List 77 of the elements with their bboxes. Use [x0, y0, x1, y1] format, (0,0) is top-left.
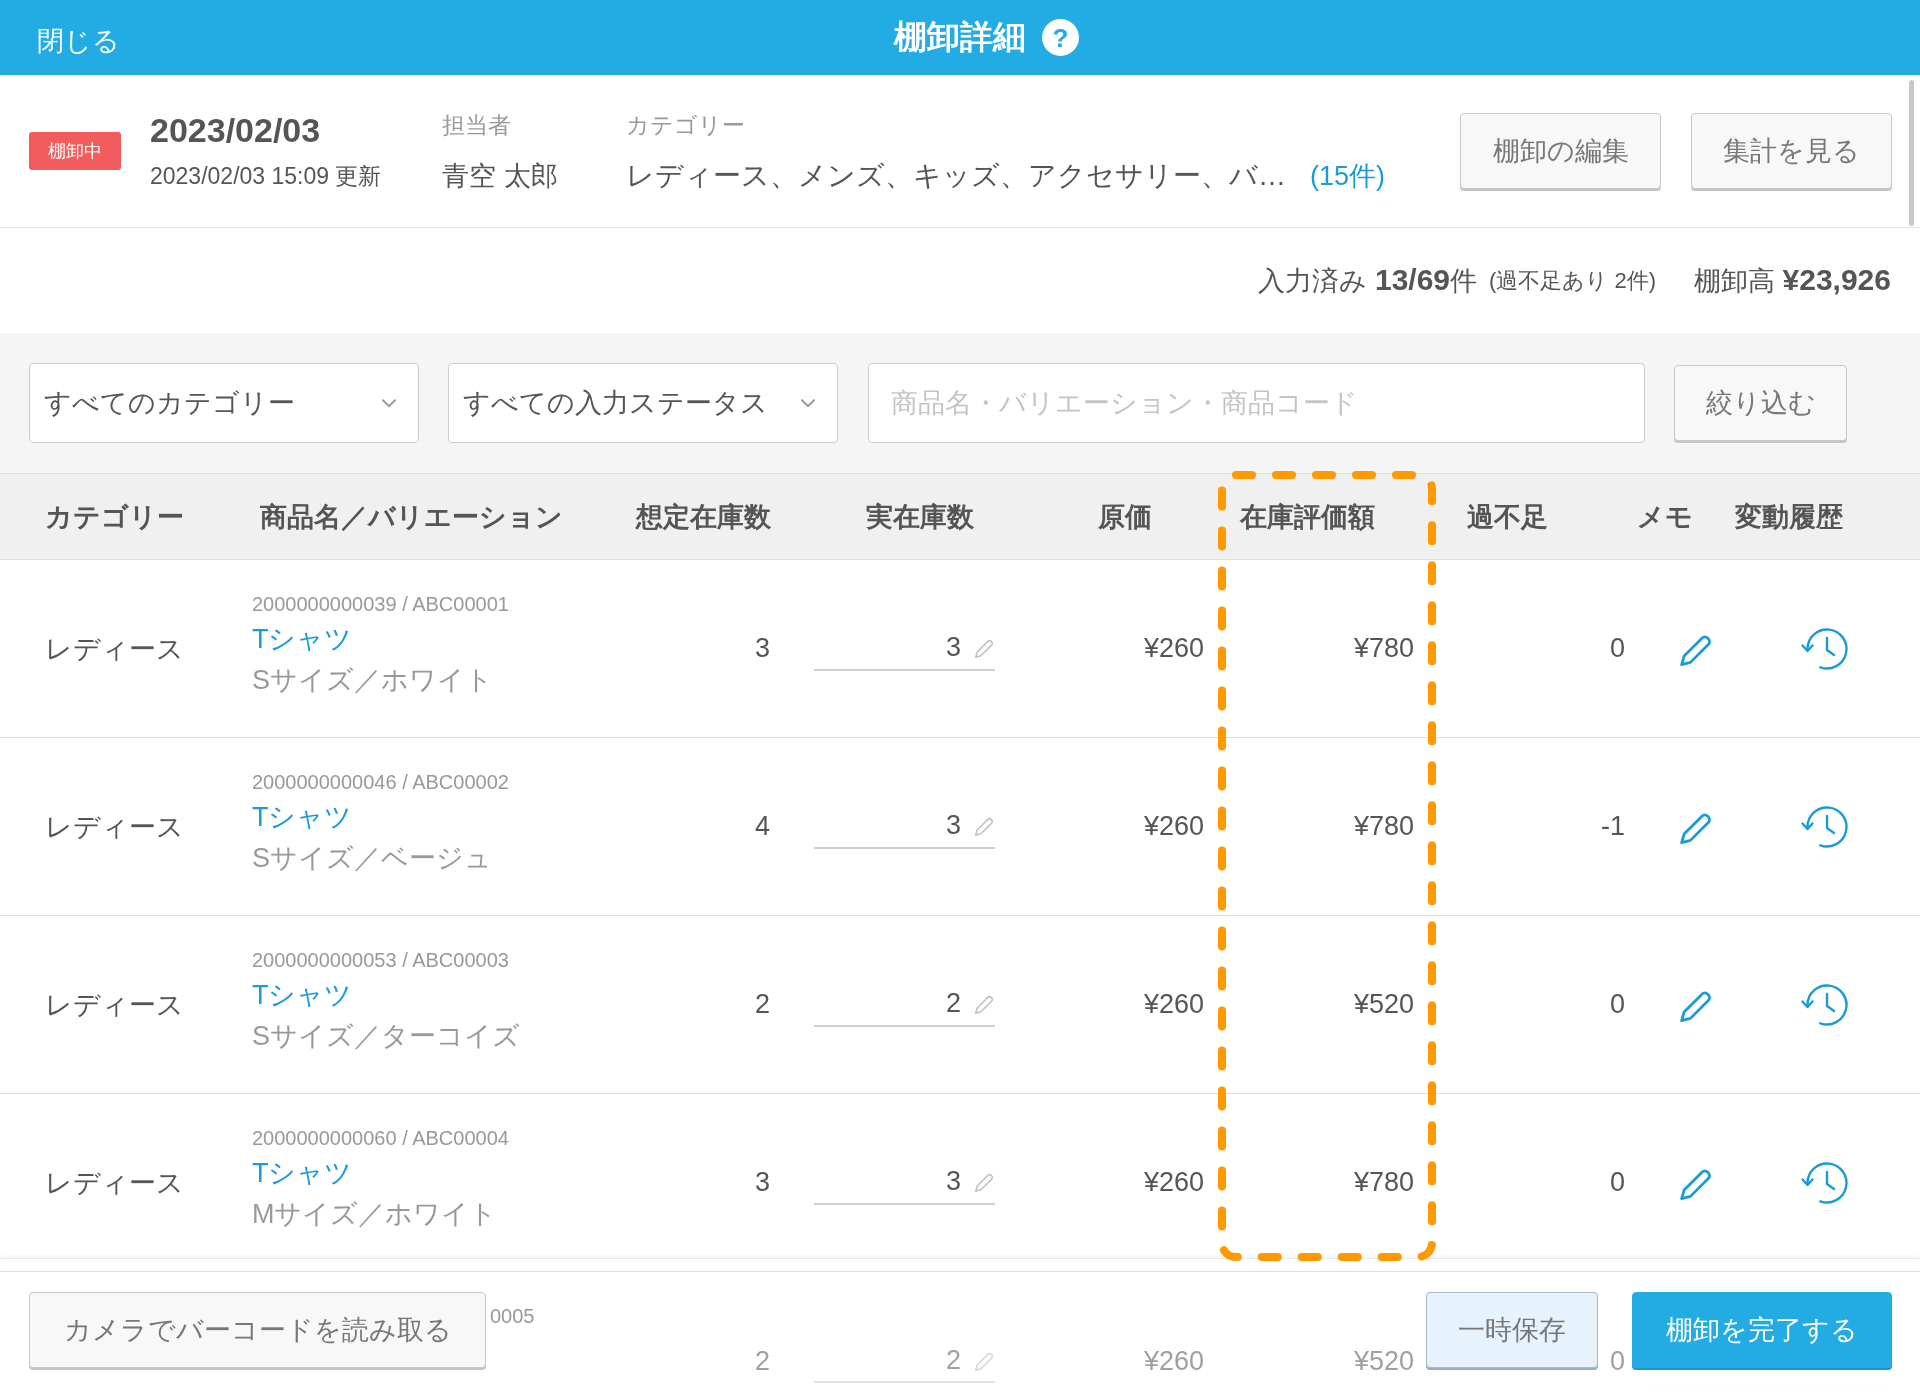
cost-cell: ¥260: [1143, 1345, 1204, 1377]
shortage-note: (過不足あり 2件): [1489, 266, 1657, 295]
difference-cell: 0: [1609, 989, 1625, 1020]
expected-stock-cell: 3: [754, 633, 770, 664]
expected-stock-cell: 2: [754, 989, 770, 1020]
quantity-input-field[interactable]: 2: [814, 1339, 995, 1383]
variation-text: Sサイズ／ホワイト: [252, 663, 493, 697]
chevron-down-icon: [801, 398, 815, 408]
view-totals-button[interactable]: 集計を見る: [1691, 113, 1892, 189]
column-header: 商品名／バリエーション: [260, 500, 563, 534]
entered-count-text: 入力済み 13/69件: [1258, 262, 1478, 298]
stock-value-cell: ¥780: [1353, 633, 1414, 664]
column-header: カテゴリー: [45, 500, 184, 534]
category-cell-text: レディース: [45, 810, 184, 844]
difference-cell: -1: [1601, 811, 1625, 842]
complete-inventory-button[interactable]: 棚卸を完了する: [1632, 1291, 1892, 1368]
column-header: 想定在庫数: [636, 500, 771, 534]
filter-button[interactable]: 絞り込む: [1674, 365, 1847, 441]
category-count-link[interactable]: (15件): [1310, 158, 1385, 194]
assignee-label: 担当者: [442, 111, 511, 140]
product-code: 2000000000053 / ABC00003: [252, 947, 509, 973]
stock-value-cell: ¥780: [1353, 1167, 1414, 1198]
product-code: 0005: [490, 1304, 535, 1329]
cost-cell: ¥260: [1143, 989, 1204, 1020]
column-header: 原価: [1098, 500, 1152, 534]
product-name-link[interactable]: Tシャツ: [252, 617, 353, 660]
save-draft-button[interactable]: 一時保存: [1426, 1291, 1598, 1368]
product-name-link[interactable]: Tシャツ: [252, 973, 353, 1016]
assignee-name: 青空 太郎: [442, 160, 558, 193]
page-title: 棚卸詳細: [894, 17, 1026, 57]
edit-inventory-button[interactable]: 棚卸の編集: [1460, 113, 1661, 189]
category-select[interactable]: すべてのカテゴリー: [29, 363, 419, 443]
scrollbar-thumb[interactable]: [1909, 80, 1914, 226]
quantity-input-field[interactable]: 3: [814, 804, 995, 849]
cost-cell: ¥260: [1143, 1167, 1204, 1198]
status-select[interactable]: すべての入力ステータス: [448, 363, 838, 443]
category-list: レディース、メンズ、キッズ、アクセサリー、バ…: [626, 158, 1286, 194]
help-icon[interactable]: ?: [1042, 19, 1079, 56]
category-cell-text: レディース: [45, 988, 184, 1022]
quantity-input-field[interactable]: 3: [814, 626, 995, 671]
column-header: 変動履歴: [1735, 500, 1843, 534]
quantity-input-field[interactable]: 3: [814, 1160, 995, 1205]
stock-value-cell: ¥780: [1353, 811, 1414, 842]
chevron-down-icon: [382, 398, 396, 408]
variation-text: Mサイズ／ホワイト: [252, 1197, 498, 1231]
inventory-date: 2023/02/03: [150, 110, 321, 151]
expected-stock-cell: 4: [754, 811, 770, 842]
expected-stock-cell: 2: [754, 1345, 770, 1377]
column-header: 在庫評価額: [1240, 500, 1375, 534]
cost-cell: ¥260: [1143, 811, 1204, 842]
quantity-input-field[interactable]: 2: [814, 982, 995, 1027]
stock-value-cell: ¥520: [1353, 989, 1414, 1020]
product-code: 2000000000039 / ABC00001: [252, 591, 509, 617]
variation-text: Sサイズ／ターコイズ: [252, 1019, 520, 1053]
product-code: 2000000000046 / ABC00002: [252, 769, 509, 795]
updated-time: 2023/02/03 15:09 更新: [150, 162, 382, 191]
expected-stock-cell: 3: [754, 1167, 770, 1198]
status-badge: 棚卸中: [29, 132, 121, 170]
column-header: 実在庫数: [866, 500, 974, 534]
column-header: メモ: [1637, 500, 1693, 534]
product-code: 2000000000060 / ABC00004: [252, 1125, 509, 1151]
inventory-total: 棚卸高 ¥23,926: [1694, 262, 1891, 298]
search-field[interactable]: 商品名・バリエーション・商品コード: [868, 363, 1645, 443]
camera-scan-button[interactable]: カメラでバーコードを読み取る: [29, 1291, 486, 1368]
difference-cell: 0: [1609, 1167, 1625, 1198]
stock-value-cell: ¥520: [1353, 1345, 1414, 1377]
category-label: カテゴリー: [626, 111, 745, 140]
category-cell-text: レディース: [45, 632, 184, 666]
column-header: 過不足: [1467, 500, 1548, 534]
product-name-link[interactable]: Tシャツ: [252, 795, 353, 838]
difference-cell: 0: [1609, 633, 1625, 664]
cost-cell: ¥260: [1143, 633, 1204, 664]
product-name-link[interactable]: Tシャツ: [252, 1151, 353, 1194]
category-cell-text: レディース: [45, 1166, 184, 1200]
difference-cell: 0: [1609, 1345, 1625, 1377]
variation-text: Sサイズ／ベージュ: [252, 841, 492, 875]
close-link[interactable]: 閉じる: [37, 22, 120, 59]
